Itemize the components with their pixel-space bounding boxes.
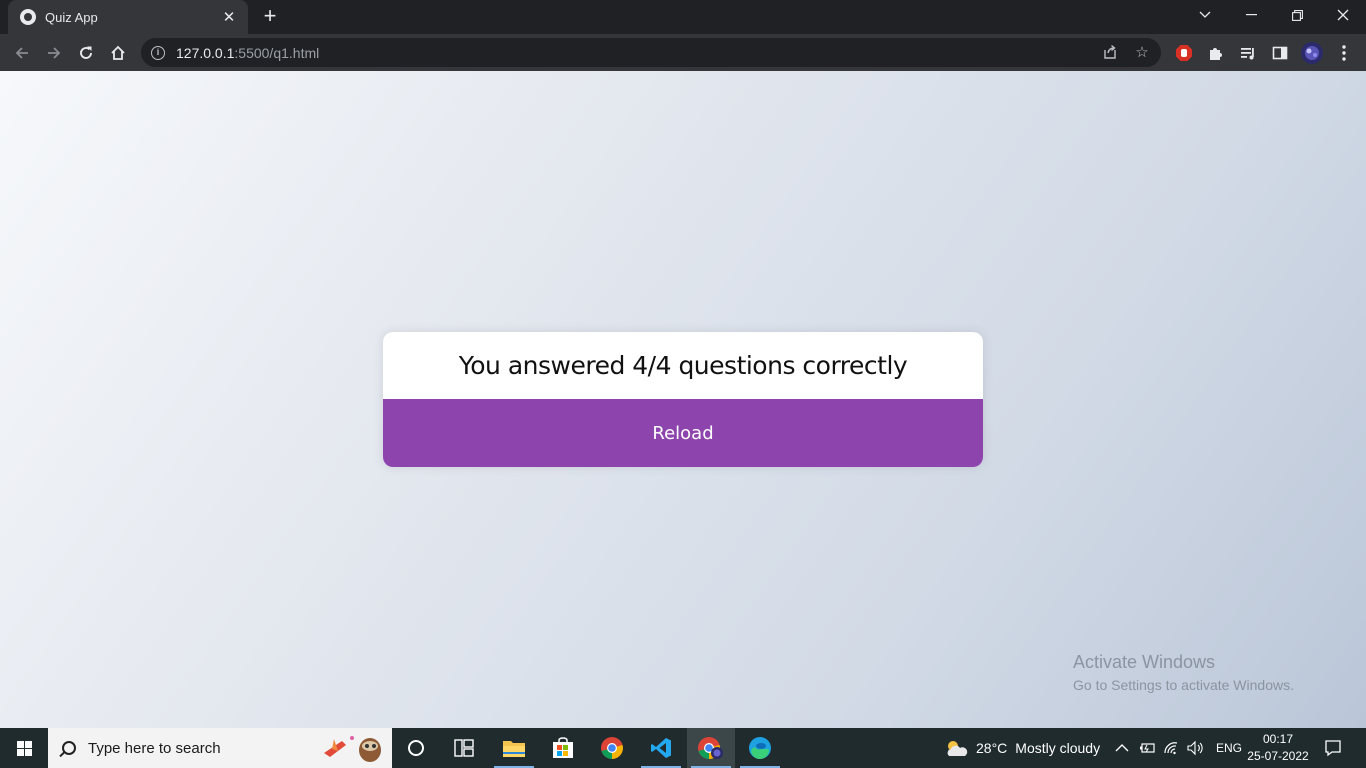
- home-button[interactable]: [104, 39, 132, 67]
- browser-toolbar: i 127.0.0.1:5500/q1.html ☆: [0, 34, 1366, 71]
- page-viewport: You answered 4/4 questions correctly Rel…: [0, 71, 1366, 728]
- restore-icon: [1291, 9, 1303, 21]
- tab-search-chevron-button[interactable]: [1182, 0, 1228, 30]
- chrome-icon: [601, 737, 623, 759]
- close-window-button[interactable]: [1320, 0, 1366, 30]
- cloudy-weather-icon: [947, 741, 968, 756]
- file-explorer-button[interactable]: [490, 728, 538, 768]
- profile-avatar[interactable]: [1301, 42, 1323, 64]
- search-highlight-illustration-icon: [324, 736, 381, 762]
- close-icon: [1337, 9, 1349, 21]
- globe-icon: [20, 9, 36, 25]
- weather-widget[interactable]: 28°C Mostly cloudy: [944, 728, 1100, 768]
- restore-button[interactable]: [1274, 0, 1320, 30]
- reload-button[interactable]: Reload: [383, 399, 983, 467]
- extensions-puzzle-icon[interactable]: [1206, 43, 1226, 63]
- quiz-result-text: You answered 4/4 questions correctly: [458, 351, 908, 380]
- vscode-icon: [651, 738, 671, 758]
- refresh-icon: [80, 46, 92, 59]
- tab-quiz-app[interactable]: Quiz App ✕: [8, 0, 248, 34]
- chrome-profile-icon: [698, 737, 723, 759]
- weather-temperature: 28°C: [976, 740, 1008, 756]
- url-path: :5500/q1.html: [234, 44, 320, 61]
- vscode-button[interactable]: [637, 728, 685, 768]
- notification-icon: [1325, 740, 1341, 757]
- new-tab-button[interactable]: +: [258, 5, 282, 29]
- tab-close-button[interactable]: ✕: [220, 8, 238, 26]
- browser-tabstrip: Quiz App ✕ +: [0, 0, 1366, 34]
- start-button[interactable]: [0, 728, 48, 768]
- browser-menu-icon[interactable]: [1334, 43, 1354, 63]
- site-info-icon[interactable]: i: [151, 45, 165, 60]
- activate-windows-subtitle: Go to Settings to activate Windows.: [1073, 677, 1294, 693]
- folder-icon: [503, 741, 525, 757]
- taskbar-search-placeholder: Type here to search: [88, 739, 221, 757]
- cortana-circle-icon: [408, 740, 424, 756]
- chrome-taskbar-button[interactable]: [588, 728, 636, 768]
- back-button[interactable]: [8, 39, 36, 67]
- weather-condition: Mostly cloudy: [1015, 740, 1101, 756]
- url-host: 127.0.0.1: [176, 44, 235, 61]
- store-bag-icon: [553, 737, 573, 758]
- cortana-button[interactable]: [392, 728, 440, 768]
- microsoft-store-button[interactable]: [539, 728, 587, 768]
- volume-icon[interactable]: [1186, 740, 1204, 756]
- tab-title: Quiz App: [45, 9, 98, 25]
- notifications-button[interactable]: [1310, 728, 1356, 768]
- reload-page-button[interactable]: [72, 39, 100, 67]
- arrow-right-icon: [48, 47, 61, 59]
- task-view-icon: [454, 739, 474, 757]
- arrow-left-icon: [15, 47, 28, 59]
- minimize-icon: [1245, 14, 1257, 16]
- edge-button[interactable]: [736, 728, 784, 768]
- windows-taskbar: Type here to search 28°C Mostly cloudy E…: [0, 728, 1366, 768]
- minimize-button[interactable]: [1228, 0, 1274, 30]
- wifi-icon[interactable]: [1162, 740, 1180, 756]
- forward-button[interactable]: [40, 39, 68, 67]
- chrome-profile-window-button[interactable]: [687, 728, 735, 768]
- address-bar[interactable]: i 127.0.0.1:5500/q1.html ☆: [141, 38, 1161, 67]
- home-icon: [111, 45, 125, 60]
- task-view-button[interactable]: [440, 728, 488, 768]
- edge-icon: [749, 737, 771, 760]
- taskbar-search-box[interactable]: Type here to search: [48, 728, 392, 768]
- share-icon[interactable]: [1101, 44, 1119, 62]
- search-icon: [62, 741, 76, 755]
- input-language[interactable]: ENG: [1216, 741, 1242, 755]
- quiz-result-card: You answered 4/4 questions correctly Rel…: [383, 332, 983, 467]
- activate-windows-watermark: Activate Windows Go to Settings to activ…: [1073, 652, 1294, 693]
- taskbar-clock[interactable]: 00:17 25-07-2022: [1240, 731, 1316, 765]
- battery-icon[interactable]: [1138, 740, 1156, 756]
- side-panel-icon[interactable]: [1270, 43, 1290, 63]
- media-queue-icon[interactable]: [1238, 43, 1258, 63]
- activate-windows-title: Activate Windows: [1073, 652, 1216, 672]
- clock-time: 00:17: [1262, 732, 1294, 746]
- clock-date: 25-07-2022: [1247, 749, 1309, 763]
- windows-logo-icon: [16, 740, 32, 756]
- system-tray: ENG: [1114, 728, 1242, 768]
- bookmark-star-icon[interactable]: ☆: [1133, 44, 1151, 62]
- chevron-up-icon[interactable]: [1114, 740, 1130, 756]
- adblock-extension-icon[interactable]: [1174, 43, 1194, 63]
- chevron-down-icon: [1199, 11, 1211, 18]
